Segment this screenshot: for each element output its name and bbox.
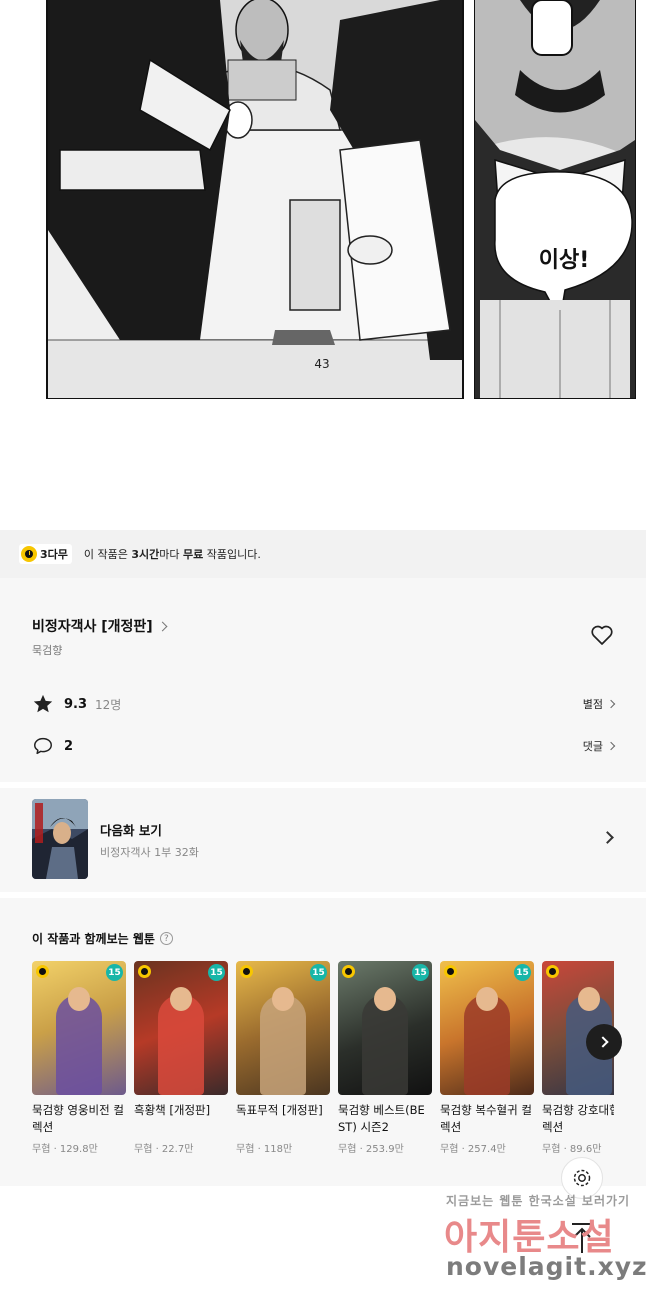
- recommended-card[interactable]: 15 묵검향 영웅비전 컬렉션 무협 · 129.8만: [32, 961, 126, 1155]
- series-title-link[interactable]: 비정자객사 [개정판]: [32, 616, 168, 636]
- next-episode-subtitle: 비정자객사 1부 32화: [100, 846, 199, 859]
- chevron-right-icon: [157, 621, 168, 631]
- chevron-right-icon: [596, 1036, 609, 1048]
- cover-figure-head: [170, 987, 192, 1011]
- clock-icon: [240, 965, 253, 978]
- comic-image: 43 이상!: [46, 0, 636, 399]
- cover-figure-head: [578, 987, 600, 1011]
- watermark-line1: 지금보는 웹툰 한국소설 보러가기: [446, 1194, 631, 1208]
- chevron-right-icon: [606, 699, 616, 709]
- recommended-cover: 15: [440, 961, 534, 1095]
- free-text-mid: 마다: [159, 548, 184, 561]
- free-badge: 3다무: [19, 544, 72, 564]
- comment-bubble-icon: [34, 737, 52, 755]
- comments-row: 2 댓글: [32, 734, 616, 758]
- help-icon[interactable]: ?: [159, 932, 173, 945]
- recommended-meta: 무협 · 89.6만: [542, 1144, 602, 1155]
- scroll-top-button[interactable]: [567, 1220, 597, 1256]
- recommended-cover: 15: [236, 961, 330, 1095]
- recommended-card[interactable]: 15 독표무적 [개정판] 무협 · 118만: [236, 961, 330, 1155]
- site-watermark: 지금보는 웹툰 한국소설 보러가기 아지툰소설 novelagit.xyz: [440, 1190, 646, 1290]
- cover-figure-head: [272, 987, 294, 1011]
- free-text-free: 무료: [183, 548, 204, 561]
- settings-button[interactable]: [561, 1157, 603, 1199]
- recommended-title: 묵검향 베스트(BEST) 시즌2: [338, 1103, 425, 1134]
- star-icon: [33, 694, 53, 713]
- free-schedule-bar: 3다무 이 작품은 3시간마다 무료 작품입니다.: [0, 530, 646, 578]
- series-info-card: 비정자객사 [개정판] 묵검향 9.3 12명 별점 2 댓글: [0, 578, 646, 782]
- comic-speech-bubble: 이상!: [539, 248, 590, 273]
- recommended-carousel[interactable]: 15 묵검향 영웅비전 컬렉션 무협 · 129.8만 15 흑황책 [개정판]…: [32, 961, 614, 1181]
- recommended-meta: 무협 · 253.9만: [338, 1144, 404, 1155]
- carousel-next-button[interactable]: [586, 1024, 622, 1060]
- series-title: 비정자객사 [개정판]: [32, 619, 153, 635]
- age-rating-badge: 15: [106, 964, 123, 981]
- gear-icon: [573, 1169, 591, 1187]
- next-episode-card[interactable]: 다음화 보기 비정자객사 1부 32화: [0, 788, 646, 892]
- recommended-title: 묵검향 영웅비전 컬렉션: [32, 1103, 124, 1134]
- free-badge-label: 3다무: [40, 548, 68, 561]
- clock-icon: [21, 546, 37, 562]
- age-rating-badge: 15: [412, 964, 429, 981]
- recommended-card[interactable]: 15 묵검향 복수혈귀 컬렉션 무협 · 257.4만: [440, 961, 534, 1155]
- cover-figure-head: [476, 987, 498, 1011]
- next-episode-label: 다음화 보기: [100, 823, 162, 838]
- rating-count: 12명: [95, 697, 122, 712]
- cover-figure-head: [374, 987, 396, 1011]
- free-text-prefix: 이 작품은: [83, 548, 132, 561]
- free-text-suffix: 작품입니다.: [203, 548, 261, 561]
- chevron-right-icon: [606, 741, 616, 751]
- recommended-title: 독표무적 [개정판]: [236, 1103, 323, 1117]
- recommended-cover: 15: [134, 961, 228, 1095]
- clock-icon: [342, 965, 355, 978]
- cover-figure-head: [68, 987, 90, 1011]
- free-text-time: 3시간: [131, 548, 160, 561]
- recommended-cover: 15: [32, 961, 126, 1095]
- age-rating-badge: 15: [208, 964, 225, 981]
- next-episode-thumbnail: [32, 799, 88, 879]
- age-rating-badge: 15: [310, 964, 327, 981]
- clock-icon: [546, 965, 559, 978]
- recommended-cover: 15: [338, 961, 432, 1095]
- recommended-meta: 무협 · 118만: [236, 1144, 293, 1155]
- clock-icon: [36, 965, 49, 978]
- rating-row: 9.3 12명 별점: [32, 692, 616, 716]
- recommended-meta: 무협 · 129.8만: [32, 1144, 98, 1155]
- chevron-right-icon: [601, 831, 614, 844]
- clock-icon: [444, 965, 457, 978]
- recommended-title: 묵검향 강호대협 컬렉션: [542, 1103, 614, 1134]
- recommended-title: 흑황책 [개정판]: [134, 1103, 211, 1117]
- watermark-line3: novelagit.xyz: [446, 1252, 646, 1281]
- recommended-meta: 무협 · 22.7만: [134, 1144, 194, 1155]
- comments-link[interactable]: 댓글: [582, 738, 616, 754]
- favorite-heart-icon[interactable]: [590, 624, 614, 646]
- recommended-title: 이 작품과 함께보는 웹툰: [32, 932, 155, 946]
- recommended-title: 묵검향 복수혈귀 컬렉션: [440, 1103, 532, 1134]
- recommended-section: 이 작품과 함께보는 웹툰 ? 15 묵검향 영웅비전 컬렉션 무협 · 129…: [0, 898, 646, 1186]
- comic-panel: 43 이상!: [0, 0, 646, 400]
- series-author[interactable]: 묵검향: [32, 642, 62, 658]
- rating-link-label: 별점: [582, 698, 603, 711]
- recommended-title-row: 이 작품과 함께보는 웹툰 ?: [32, 930, 173, 947]
- recommended-card[interactable]: 15 묵검향 베스트(BEST) 시즌2 무협 · 253.9만: [338, 961, 432, 1155]
- comments-count: 2: [64, 738, 74, 754]
- rating-value: 9.3: [64, 696, 88, 712]
- rating-link[interactable]: 별점: [582, 696, 616, 712]
- age-rating-badge: 15: [514, 964, 531, 981]
- clock-icon: [138, 965, 151, 978]
- free-schedule-text: 이 작품은 3시간마다 무료 작품입니다.: [84, 546, 261, 562]
- comments-link-label: 댓글: [582, 740, 603, 753]
- arrow-up-icon: [572, 1223, 592, 1253]
- comic-page-number: 43: [314, 357, 329, 371]
- recommended-meta: 무협 · 257.4만: [440, 1144, 506, 1155]
- recommended-card[interactable]: 15 흑황책 [개정판] 무협 · 22.7만: [134, 961, 228, 1155]
